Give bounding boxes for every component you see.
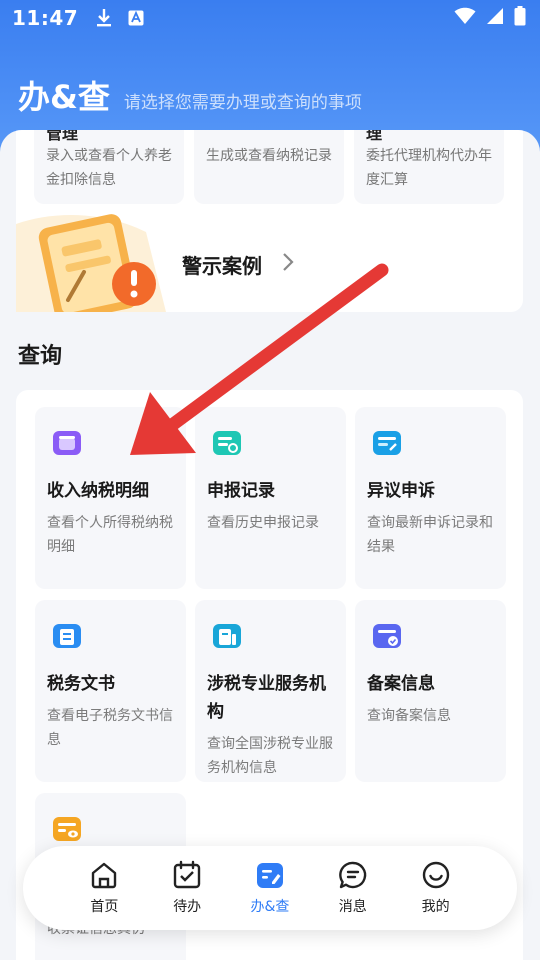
status-bar: 11:47 — [0, 0, 540, 36]
declaration-record-card[interactable]: 申报记录 查看历史申报记录 — [195, 407, 346, 589]
tab-label: 待办 — [173, 899, 202, 915]
card-desc: 查询备案信息 — [367, 708, 451, 724]
tab-handle-query[interactable]: 办&查 — [240, 860, 300, 916]
chevron-right-icon — [283, 253, 294, 271]
tab-label: 我的 — [421, 899, 450, 915]
card-name: 异议申诉 — [367, 481, 435, 501]
service-agency-card[interactable]: 涉税专业服务机构 查询全国涉税专业服务机构信息 — [195, 600, 346, 782]
tab-todo[interactable]: 待办 — [157, 860, 217, 916]
tab-label: 办&查 — [250, 899, 290, 915]
title-bar: 办&查 请选择您需要办理或查询的事项 — [18, 72, 362, 118]
status-time: 11:47 — [12, 6, 79, 30]
download-icon — [96, 8, 112, 28]
card-name: 涉税专业服务机构 — [207, 674, 326, 722]
card-title: 理 — [366, 130, 383, 143]
bottom-tab-bar: 首页 待办 办&查 消息 我的 — [23, 846, 517, 930]
card-desc: 查询全国涉税专业服务机构信息 — [207, 736, 333, 776]
receipt-verify-icon — [53, 817, 81, 841]
battery-icon — [514, 5, 526, 31]
profile-icon — [422, 861, 449, 889]
page-title: 办&查 — [18, 78, 110, 116]
font-a-icon — [128, 10, 144, 26]
home-icon — [92, 862, 117, 889]
card-title: 管理 — [46, 130, 79, 143]
card-desc: 查看个人所得税纳税明细 — [47, 515, 173, 555]
wifi-icon — [454, 6, 476, 30]
handle-query-icon — [256, 863, 283, 888]
card-desc: 生成或查看纳税记录 — [206, 148, 332, 164]
agency-card[interactable]: 理 委托代理机构代办年度汇算 — [354, 130, 504, 204]
warning-cases-banner[interactable]: 警示案例 — [16, 212, 523, 312]
card-desc: 录入或查看个人养老金扣除信息 — [46, 148, 172, 188]
tax-record-card[interactable]: 生成或查看纳税记录 — [194, 130, 344, 204]
page-subtitle: 请选择您需要办理或查询的事项 — [123, 93, 362, 113]
card-desc: 查看电子税务文书信息 — [47, 708, 173, 748]
handle-section: 管理 录入或查看个人养老金扣除信息 生成或查看纳税记录 理 委托代理机构代办年度… — [16, 130, 523, 312]
card-desc: 查看历史申报记录 — [207, 515, 319, 531]
card-name: 备案信息 — [367, 674, 435, 694]
filing-info-card[interactable]: 备案信息 查询备案信息 — [355, 600, 506, 782]
service-agency-icon — [213, 624, 241, 648]
appeal-icon — [373, 431, 401, 455]
query-section-title: 查询 — [18, 344, 63, 369]
message-icon — [338, 861, 367, 889]
card-desc: 委托代理机构代办年度汇算 — [366, 148, 492, 188]
signal-icon — [486, 6, 504, 30]
filing-info-icon — [373, 624, 401, 648]
declaration-record-icon — [213, 431, 241, 455]
warning-title: 警示案例 — [182, 254, 262, 278]
appeal-card[interactable]: 异议申诉 查询最新申诉记录和结果 — [355, 407, 506, 589]
tab-profile[interactable]: 我的 — [406, 860, 466, 916]
tab-label: 首页 — [90, 899, 119, 915]
tax-document-card[interactable]: 税务文书 查看电子税务文书信息 — [35, 600, 186, 782]
tab-home[interactable]: 首页 — [74, 860, 134, 916]
income-tax-detail-card[interactable]: 收入纳税明细 查看个人所得税纳税明细 — [35, 407, 186, 589]
pension-card[interactable]: 管理 录入或查看个人养老金扣除信息 — [34, 130, 184, 204]
card-name: 申报记录 — [207, 481, 275, 501]
card-name: 税务文书 — [47, 674, 115, 694]
tab-messages[interactable]: 消息 — [323, 860, 383, 916]
card-name: 收入纳税明细 — [47, 481, 149, 501]
content-panel: 管理 录入或查看个人养老金扣除信息 生成或查看纳税记录 理 委托代理机构代办年度… — [0, 130, 540, 960]
income-tax-icon — [53, 431, 81, 455]
todo-icon — [173, 860, 201, 889]
card-desc: 查询最新申诉记录和结果 — [367, 515, 493, 555]
tab-label: 消息 — [338, 899, 367, 915]
tax-document-icon — [53, 624, 81, 648]
warning-illustration-icon — [16, 214, 166, 312]
